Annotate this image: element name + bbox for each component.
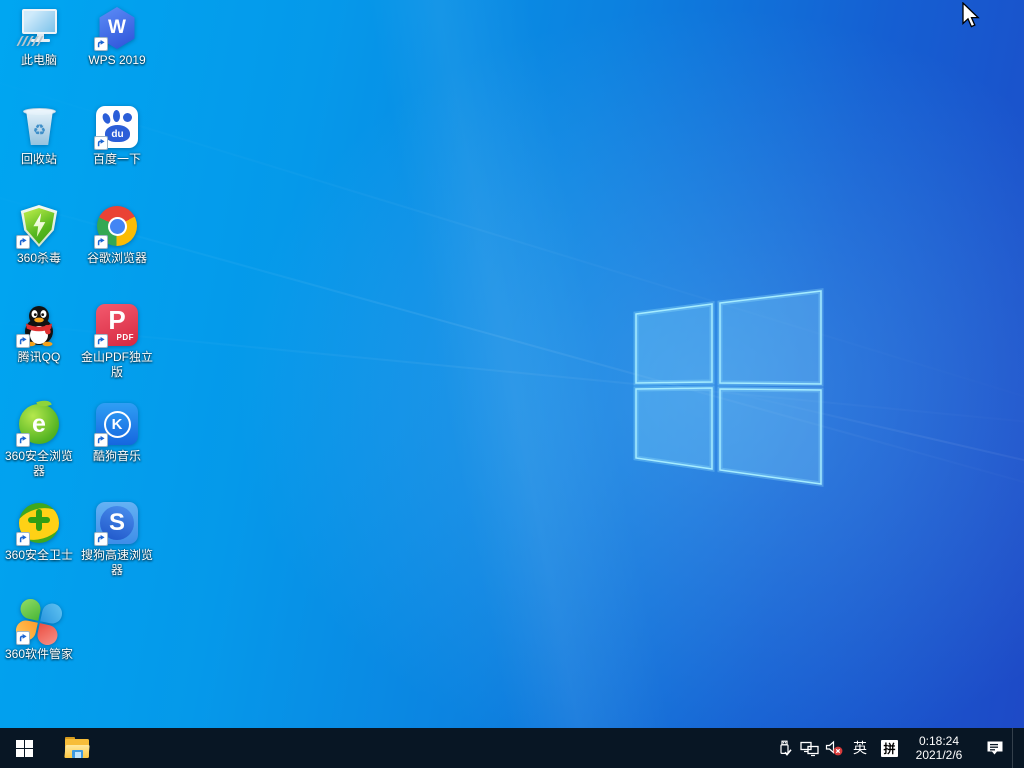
taskbar-clock[interactable]: 0:18:24 2021/2/6 xyxy=(910,734,968,762)
sogou-icon: S xyxy=(95,501,139,545)
icon-label: 金山PDF独立版 xyxy=(78,350,156,380)
360-safeguard-icon xyxy=(17,501,61,545)
360-browser-icon: e xyxy=(17,402,61,446)
network-icon[interactable] xyxy=(798,728,820,768)
desktop-icon-kugou-music[interactable]: K 酷狗音乐 xyxy=(78,402,156,464)
desktop-icon-this-pc[interactable]: 此电脑 xyxy=(0,6,78,68)
folder-icon xyxy=(65,739,89,758)
windows-start-icon xyxy=(16,740,33,757)
desktop-icon-kingsoft-pdf[interactable]: P PDF 金山PDF独立版 xyxy=(78,303,156,380)
icon-label: 腾讯QQ xyxy=(0,350,78,365)
baidu-icon: du xyxy=(95,105,139,149)
notification-icon xyxy=(986,740,1004,757)
shortcut-arrow-icon xyxy=(16,235,30,249)
shortcut-arrow-icon xyxy=(16,532,30,546)
chrome-icon xyxy=(95,204,139,248)
360-manager-icon xyxy=(17,600,61,644)
this-pc-icon xyxy=(17,6,61,50)
system-tray: 英 拼 0:18:24 2021/2/6 xyxy=(773,728,1024,768)
icon-label: 百度一下 xyxy=(78,152,156,167)
desktop-icon-baidu[interactable]: du 百度一下 xyxy=(78,105,156,167)
desktop-icon-recycle-bin[interactable]: ♻ 回收站 xyxy=(0,105,78,167)
usb-device-icon[interactable] xyxy=(773,728,795,768)
volume-muted-icon[interactable] xyxy=(823,728,845,768)
shortcut-arrow-icon xyxy=(94,334,108,348)
shortcut-arrow-icon xyxy=(16,631,30,645)
desktop-icon-360-safeguard[interactable]: 360安全卫士 xyxy=(0,501,78,563)
kingsoft-pdf-icon: P PDF xyxy=(95,303,139,347)
wps-icon: W xyxy=(95,6,139,50)
windows-logo xyxy=(630,285,830,493)
clock-date: 2021/2/6 xyxy=(910,748,968,762)
shortcut-arrow-icon xyxy=(94,433,108,447)
icon-label: 此电脑 xyxy=(0,53,78,68)
start-button[interactable] xyxy=(0,728,48,768)
icon-label: 回收站 xyxy=(0,152,78,167)
icon-label: 360安全浏览器 xyxy=(0,449,78,479)
action-center-button[interactable] xyxy=(978,728,1012,768)
desktop-icon-360-manager[interactable]: 360软件管家 xyxy=(0,600,78,662)
desktop-icon-360-antivirus[interactable]: 360杀毒 xyxy=(0,204,78,266)
recycle-bin-icon: ♻ xyxy=(17,105,61,149)
desktop-icon-wps-2019[interactable]: W WPS 2019 xyxy=(78,6,156,68)
taskbar: 英 拼 0:18:24 2021/2/6 xyxy=(0,728,1024,768)
desktop-icon-sogou-browser[interactable]: S 搜狗高速浏览器 xyxy=(78,501,156,578)
shortcut-arrow-icon xyxy=(16,334,30,348)
show-desktop-button[interactable] xyxy=(1012,728,1018,768)
desktop-icon-tencent-qq[interactable]: 腾讯QQ xyxy=(0,303,78,365)
shortcut-arrow-icon xyxy=(16,433,30,447)
desktop-icon-360-browser[interactable]: e 360安全浏览器 xyxy=(0,402,78,479)
icon-label: WPS 2019 xyxy=(78,53,156,68)
icon-label: 360软件管家 xyxy=(0,647,78,662)
ime-language-indicator[interactable]: 英 xyxy=(848,738,872,758)
desktop-icon-chrome[interactable]: 谷歌浏览器 xyxy=(78,204,156,266)
shortcut-arrow-icon xyxy=(94,532,108,546)
icon-label: 酷狗音乐 xyxy=(78,449,156,464)
360-antivirus-icon xyxy=(17,204,61,248)
file-explorer-button[interactable] xyxy=(54,728,100,768)
shortcut-arrow-icon xyxy=(94,37,108,51)
shortcut-arrow-icon xyxy=(94,235,108,249)
shortcut-arrow-icon xyxy=(94,136,108,150)
icon-label: 360安全卫士 xyxy=(0,548,78,563)
ime-pinyin-icon[interactable]: 拼 xyxy=(881,740,898,757)
icon-label: 搜狗高速浏览器 xyxy=(78,548,156,578)
qq-icon xyxy=(17,303,61,347)
clock-time: 0:18:24 xyxy=(910,734,968,748)
icon-label: 谷歌浏览器 xyxy=(78,251,156,266)
icon-label: 360杀毒 xyxy=(0,251,78,266)
kugou-icon: K xyxy=(95,402,139,446)
